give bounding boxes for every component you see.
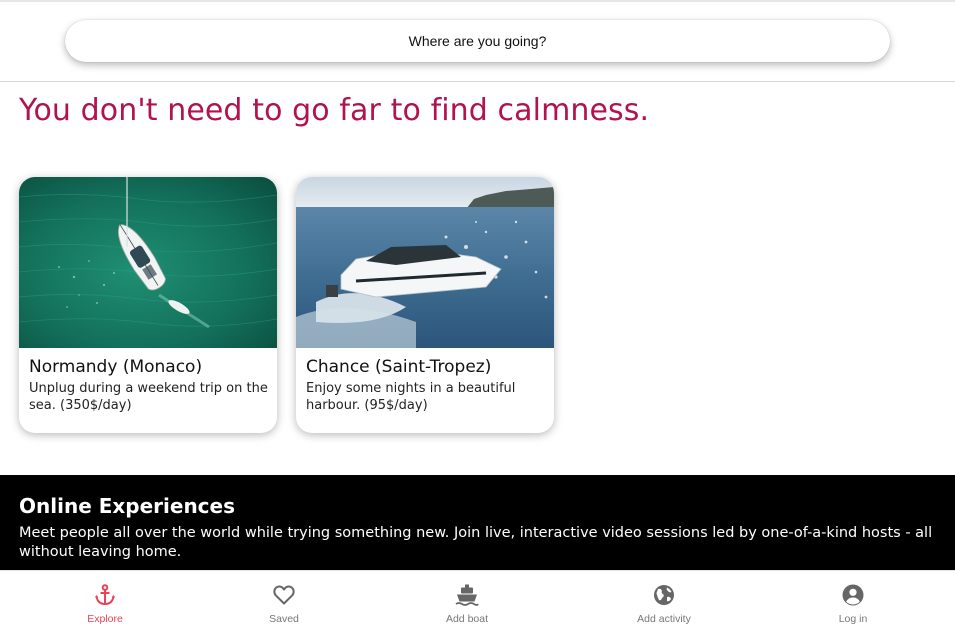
search-placeholder: Where are you going?: [408, 33, 547, 49]
motor-yacht-image: [296, 177, 554, 348]
user-circle-icon: [842, 584, 864, 606]
card-title: Normandy (Monaco): [29, 357, 203, 377]
nav-label-add-activity: Add activity: [637, 613, 691, 625]
nav-label-saved: Saved: [269, 613, 299, 625]
boat-card-normandy[interactable]: Normandy (Monaco) Unplug during a weeken…: [19, 177, 277, 433]
header-divider: [0, 81, 955, 82]
nav-item-explore[interactable]: Explore: [50, 583, 160, 625]
online-experiences-banner: Online Experiences Meet people all over …: [0, 475, 955, 570]
heart-icon: [273, 585, 295, 605]
nav-label-log-in: Log in: [838, 613, 868, 625]
nav-label-explore: Explore: [87, 613, 123, 625]
bottom-nav: Explore Saved Add boat Add activity Log …: [0, 570, 955, 632]
online-experiences-description: Meet people all over the world while try…: [19, 525, 933, 560]
card-description: Unplug during a weekend trip on the sea.…: [29, 381, 268, 413]
nav-item-saved[interactable]: Saved: [229, 583, 339, 625]
page-headline: You don't need to go far to find calmnes…: [19, 93, 650, 128]
card-title: Chance (Saint-Tropez): [306, 357, 492, 377]
online-experiences-title: Online Experiences: [19, 494, 236, 518]
boat-card-chance[interactable]: Chance (Saint-Tropez) Enjoy some nights …: [296, 177, 554, 433]
nav-item-add-activity[interactable]: Add activity: [609, 583, 719, 625]
top-rule: [0, 0, 955, 2]
globe-icon: [654, 585, 674, 605]
sailboat-image: [19, 177, 277, 348]
nav-label-add-boat: Add boat: [445, 613, 489, 625]
anchor-icon: [94, 584, 116, 606]
search-bar[interactable]: Where are you going?: [65, 20, 890, 62]
nav-item-add-boat[interactable]: Add boat: [412, 583, 522, 625]
card-description: Enjoy some nights in a beautiful harbour…: [306, 381, 516, 413]
nav-item-log-in[interactable]: Log in: [798, 583, 908, 625]
ship-icon: [455, 584, 479, 606]
